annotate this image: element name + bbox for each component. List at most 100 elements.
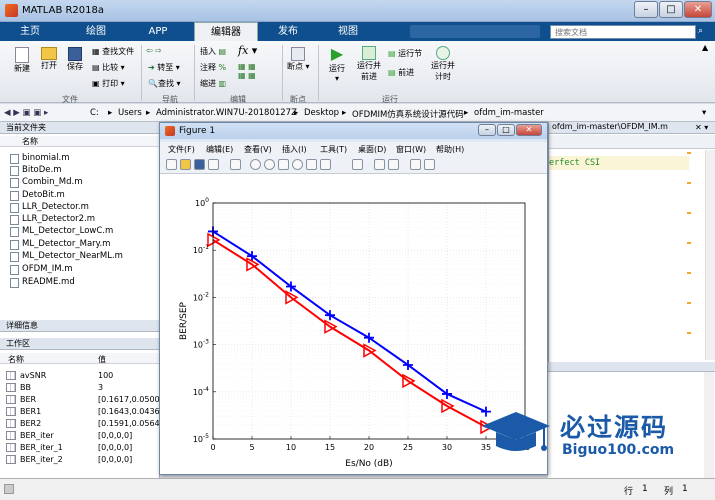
ribbon-scroll-icon[interactable]: ▲	[702, 43, 708, 52]
workspace-column-header[interactable]: 名称 值	[0, 353, 160, 364]
path-segment-desktop[interactable]: Desktop	[304, 108, 339, 118]
editor-tab[interactable]: ofdm_im-master\OFDM_IM.m	[549, 122, 715, 134]
table-row[interactable]: BER_iter_2 [0,0,0,0]	[0, 455, 160, 466]
fx-button[interactable]: fx ▾	[238, 44, 257, 57]
table-row[interactable]: avSNR 100	[0, 371, 160, 382]
path-segment-users[interactable]: Users	[118, 108, 142, 118]
editor-scrollbar[interactable]	[705, 150, 715, 360]
open-button[interactable]: 打开	[38, 47, 60, 71]
tab-plots[interactable]: 绘图	[74, 22, 118, 41]
list-item[interactable]: Combin_Md.m	[10, 177, 83, 188]
list-item[interactable]: README.md	[10, 277, 75, 288]
data-cursor-icon[interactable]	[306, 159, 317, 170]
tab-editor[interactable]: 编辑器	[194, 22, 258, 41]
status-bar: 行 1 列 1	[0, 478, 715, 500]
menu-edit[interactable]: 编辑(E)	[206, 144, 233, 155]
find-files-button[interactable]: ▦ 查找文件	[92, 46, 134, 57]
tab-publish[interactable]: 发布	[266, 22, 310, 41]
compare-button[interactable]: ▤ 比较 ▾	[92, 62, 125, 73]
goto-button[interactable]: ➔ 转至 ▾	[148, 62, 180, 73]
link-plot-icon[interactable]	[352, 159, 363, 170]
workspace-col-value: 值	[98, 355, 106, 364]
zoom-out-icon[interactable]	[264, 159, 275, 170]
path-segment-user[interactable]: Administrator.WIN7U-20180127Z	[156, 108, 297, 118]
pointer-icon[interactable]	[230, 159, 241, 170]
run-section-button[interactable]: ▤ 运行节	[388, 48, 422, 59]
hide-tools-icon[interactable]	[410, 159, 421, 170]
watermark-url: Biguo100.com	[562, 442, 675, 458]
table-row[interactable]: BER [0.1617,0.0500,0	[0, 395, 167, 406]
editor-close-icon[interactable]: ✕ ▾	[695, 123, 708, 132]
save-button[interactable]: 保存	[64, 47, 86, 72]
details-header[interactable]: 详细信息	[0, 320, 160, 332]
advance-button[interactable]: ▤ 前进	[388, 67, 414, 78]
code-line[interactable]: erfect CSI	[549, 156, 689, 170]
search-docs-input[interactable]	[550, 25, 696, 39]
legend-icon[interactable]	[388, 159, 399, 170]
print-button[interactable]: ▣ 打印 ▾	[92, 78, 125, 89]
tab-view[interactable]: 视图	[326, 22, 370, 41]
menu-file[interactable]: 文件(F)	[168, 144, 195, 155]
show-tools-icon[interactable]	[424, 159, 435, 170]
figure-maximize-button[interactable]: □	[497, 124, 515, 136]
run-advance-button[interactable]: 运行并 前进	[356, 46, 382, 82]
new-button[interactable]: 新建	[10, 47, 34, 74]
figure-close-button[interactable]: ✕	[516, 124, 542, 136]
tab-home[interactable]: 主页	[8, 22, 52, 41]
list-item[interactable]: DetoBit.m	[10, 190, 65, 201]
menu-help[interactable]: 帮助(H)	[436, 144, 464, 155]
run-time-button[interactable]: 运行并 计时	[430, 46, 456, 82]
path-segment-folder[interactable]: ofdm_im-master	[474, 108, 544, 118]
list-item[interactable]: OFDM_IM.m	[10, 264, 73, 275]
table-row[interactable]: BER2 [0.1591,0.0564,0	[0, 419, 167, 430]
list-item[interactable]: LLR_Detector2.m	[10, 214, 95, 225]
find-button[interactable]: 🔍查找 ▾	[148, 78, 181, 89]
breakpoints-button[interactable]: 断点 ▾	[287, 47, 310, 72]
colorbar-icon[interactable]	[374, 159, 385, 170]
list-item[interactable]: ML_Detector_LowC.m	[10, 226, 113, 237]
tab-apps[interactable]: APP	[136, 22, 180, 41]
list-item[interactable]: BitoDe.m	[10, 165, 61, 176]
list-item[interactable]: ML_Detector_Mary.m	[10, 239, 110, 250]
editor-tabstrip	[549, 135, 715, 149]
table-row[interactable]: BER_iter [0,0,0,0]	[0, 431, 160, 442]
new-figure-icon[interactable]	[166, 159, 177, 170]
menu-desktop[interactable]: 桌面(D)	[358, 144, 386, 155]
maximize-button[interactable]: □	[659, 1, 683, 18]
ribbon: 新建 打开 保存 ▦ 查找文件 ▤ 比较 ▾ ▣ 打印 ▾ 文件 ⇦ ⇨ ➔ 转…	[0, 41, 715, 104]
path-segment-drive[interactable]: C:	[90, 108, 99, 118]
table-row[interactable]: BER1 [0.1643,0.0436,0	[0, 407, 167, 418]
list-item[interactable]: binomial.m	[10, 153, 70, 164]
menu-window[interactable]: 窗口(W)	[396, 144, 426, 155]
close-button[interactable]: ✕	[684, 1, 712, 18]
edit-tools[interactable]: ▦ ▦ ▦ ▦	[238, 62, 256, 80]
search-icon[interactable]: ⌕	[698, 26, 703, 36]
path-nav-buttons[interactable]: ◀ ▶ ▣ ▣ ▸	[4, 108, 48, 118]
save-figure-icon[interactable]	[194, 159, 205, 170]
open-file-icon[interactable]	[180, 159, 191, 170]
list-item[interactable]: ML_Detector_NearML.m	[10, 251, 123, 262]
run-button[interactable]: ▶ 运行 ▾	[324, 44, 350, 83]
table-row[interactable]: BB 3	[0, 383, 160, 394]
insert-button[interactable]: 插入 ▤	[200, 46, 226, 57]
menu-tools[interactable]: 工具(T)	[320, 144, 347, 155]
list-item[interactable]: LLR_Detector.m	[10, 202, 89, 213]
file-column-header[interactable]: 名称	[0, 136, 160, 147]
menu-view[interactable]: 查看(V)	[244, 144, 272, 155]
minimize-button[interactable]: –	[634, 1, 658, 18]
zoom-in-icon[interactable]	[250, 159, 261, 170]
brush-icon[interactable]	[320, 159, 331, 170]
comment-button[interactable]: 注释 %	[200, 62, 226, 73]
indent-button[interactable]: 缩进 ▥	[200, 78, 226, 89]
find-files-icon: ▦	[92, 47, 103, 56]
rotate-icon[interactable]	[292, 159, 303, 170]
menu-insert[interactable]: 插入(I)	[282, 144, 307, 155]
nav-arrows[interactable]: ⇦ ⇨	[146, 46, 162, 55]
print-figure-icon[interactable]	[208, 159, 219, 170]
table-row[interactable]: BER_iter_1 [0,0,0,0]	[0, 443, 160, 454]
figure-minimize-button[interactable]: –	[478, 124, 496, 136]
m-file-icon	[10, 203, 19, 213]
path-segment-project[interactable]: OFDMIM仿真系统设计源代码	[352, 108, 464, 120]
pan-icon[interactable]	[278, 159, 289, 170]
path-dropdown-icon[interactable]: ▾	[702, 108, 706, 118]
